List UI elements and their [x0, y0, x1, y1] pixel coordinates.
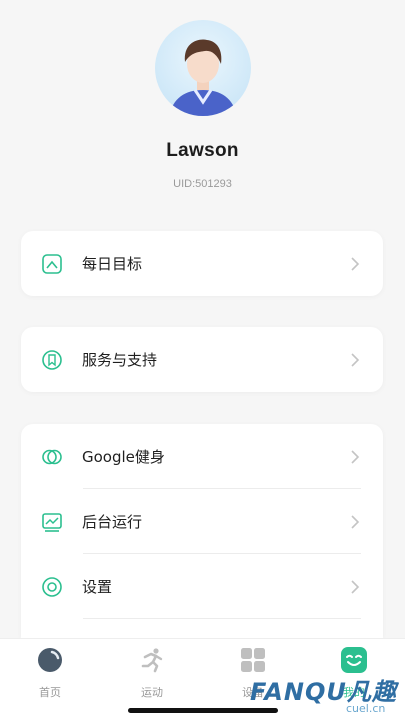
menu-item-google-fit[interactable]: Google健身 [21, 424, 383, 489]
tab-sport[interactable]: 运动 [112, 647, 192, 700]
chevron-right-icon [351, 579, 360, 594]
user-id: UID:501293 [173, 178, 232, 190]
menu-item-settings[interactable]: 设置 [21, 554, 383, 619]
avatar[interactable] [155, 20, 251, 116]
service-card: 服务与支持 [21, 327, 383, 392]
home-indicator [128, 708, 278, 713]
username: Lawson [166, 140, 239, 161]
daily-goal-card: 每日目标 [21, 231, 383, 296]
google-fit-icon [41, 446, 63, 468]
chevron-right-icon [351, 514, 360, 529]
menu-item-daily-goal[interactable]: 每日目标 [21, 231, 383, 296]
watermark-site: cuel.cn [346, 702, 386, 715]
running-icon [141, 648, 163, 673]
grid-icon [241, 648, 265, 672]
goal-icon [41, 253, 63, 275]
tab-label: 运动 [141, 686, 163, 699]
menu-label: 每日目标 [82, 255, 143, 273]
divider [83, 618, 361, 619]
activity-chart-icon [41, 511, 63, 533]
tab-home[interactable]: 首页 [10, 647, 90, 700]
menu-label: 服务与支持 [82, 351, 158, 369]
menu-item-background-run[interactable]: 后台运行 [21, 489, 383, 554]
profile-header: Lawson UID:501293 [0, 0, 405, 215]
chevron-right-icon [351, 352, 360, 367]
settings-icon [41, 576, 63, 598]
chevron-right-icon [351, 256, 360, 271]
tab-label: 首页 [39, 686, 61, 699]
menu-label: 设置 [82, 578, 113, 596]
smile-icon [341, 647, 367, 673]
menu-item-service-support[interactable]: 服务与支持 [21, 327, 383, 392]
home-icon [38, 648, 62, 672]
avatar-illustration [169, 39, 237, 116]
settings-card: Google健身 后台运行 设置 [21, 424, 383, 638]
menu-label: 后台运行 [82, 513, 143, 531]
menu-label: Google健身 [82, 448, 165, 466]
chevron-right-icon [351, 449, 360, 464]
service-icon [41, 349, 63, 371]
